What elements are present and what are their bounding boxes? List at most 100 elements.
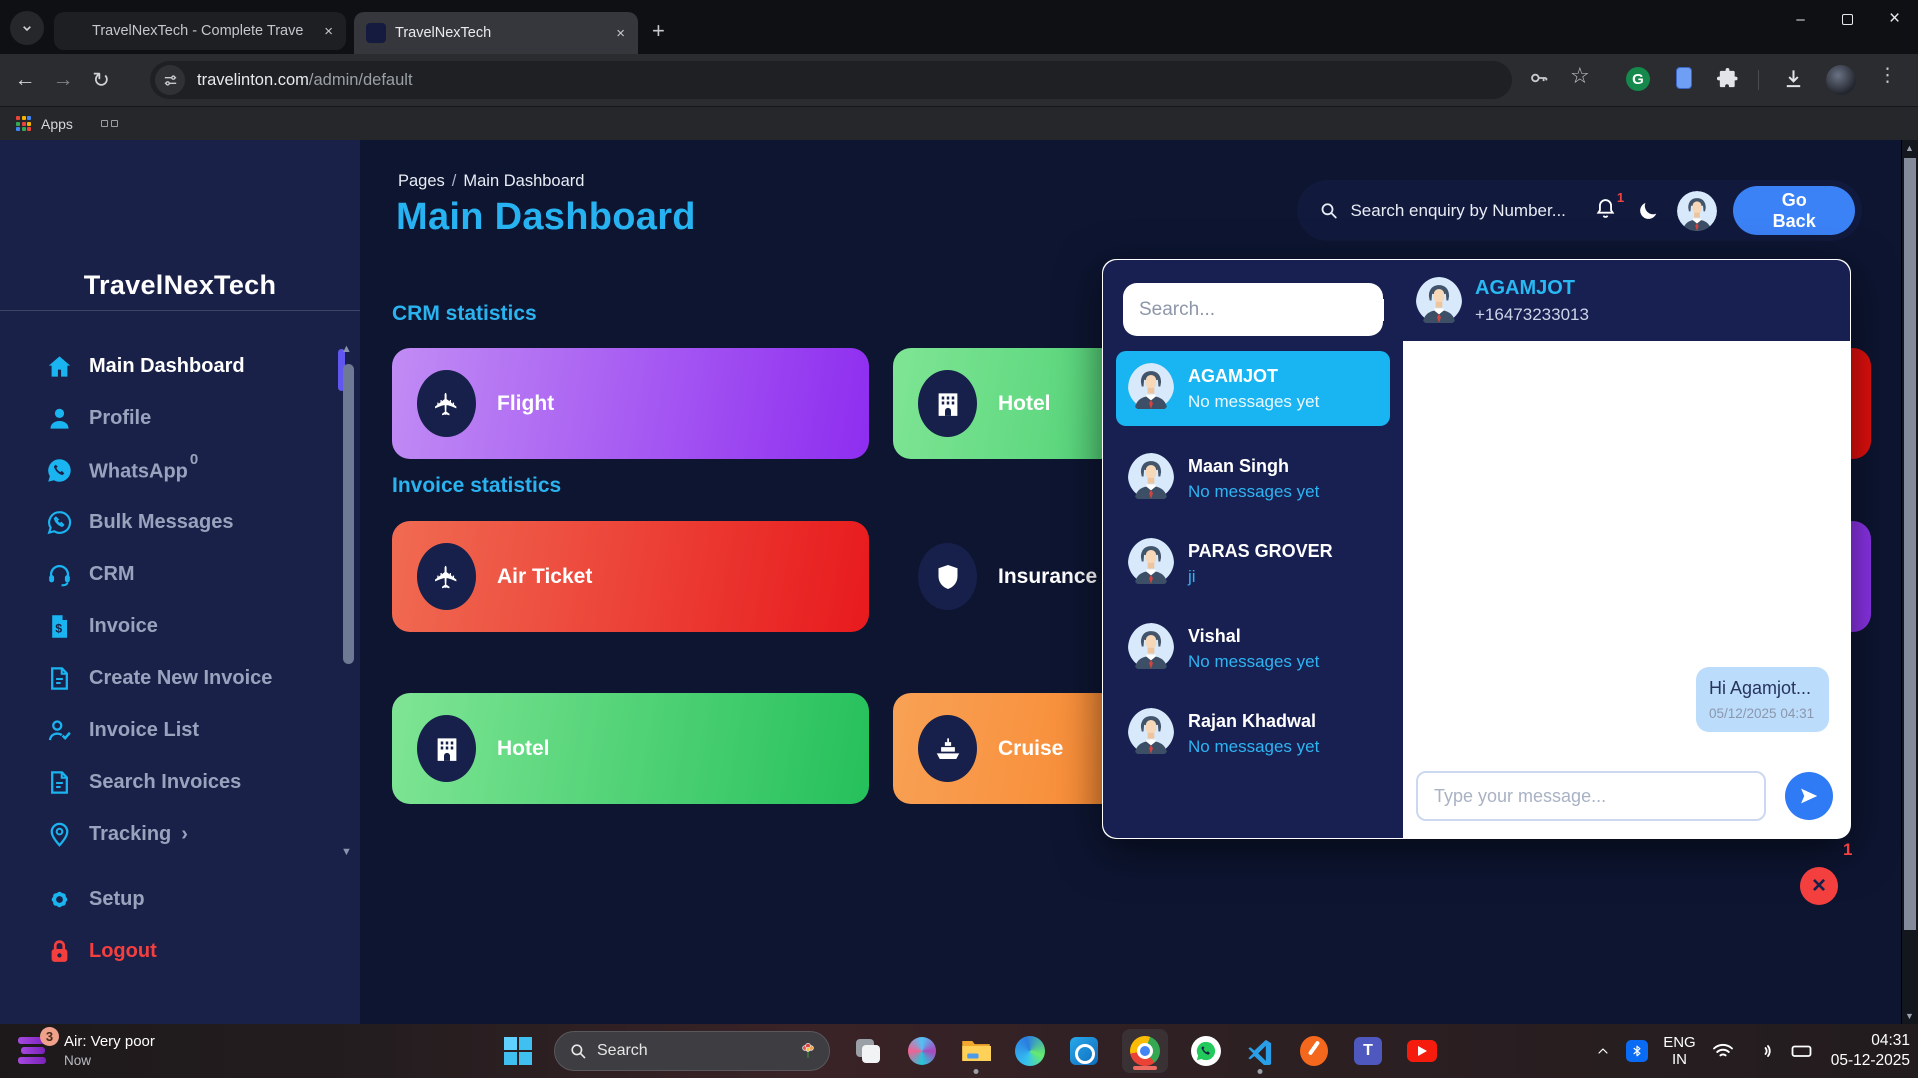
paint-app-icon[interactable] [1298,1035,1330,1067]
sidebar-item-crm[interactable]: CRM [0,548,342,600]
youtube-icon[interactable] [1406,1035,1438,1067]
send-button[interactable] [1785,772,1833,820]
top-header-bar: 1 Go Back [1297,180,1862,241]
chat-search-input[interactable] [1139,299,1384,321]
sidebar-scroll-up-arrow[interactable]: ▲ [341,343,352,355]
extensions-puzzle-icon[interactable] [1716,67,1739,90]
forward-button[interactable]: → [44,68,82,92]
sidebar-item-whatsapp[interactable]: WhatsApp0 [0,444,342,496]
dark-mode-moon-icon[interactable] [1637,199,1659,223]
sidebar-item-create-new-invoice[interactable]: Create New Invoice [0,652,342,704]
battery-charging-icon[interactable] [1789,1039,1816,1063]
sidebar-item-invoice[interactable]: Invoice [0,600,342,652]
sidebar-item-tracking[interactable]: Tracking › [0,808,342,860]
address-bar[interactable]: travelinton.com/admin/default [150,61,1512,99]
sidebar-item-profile[interactable]: Profile [0,392,342,444]
copilot-icon[interactable] [906,1035,938,1067]
task-view-icon[interactable] [852,1035,884,1067]
chat-search-box[interactable] [1123,283,1383,336]
clock-date[interactable]: 04:31 05-12-2025 [1831,1031,1910,1071]
site-info-button[interactable] [155,65,185,95]
sidebar-item-label: WhatsApp0 [89,457,196,484]
chevron-right-icon: › [181,823,188,846]
contact-item[interactable]: Vishal No messages yet [1116,606,1395,691]
close-button[interactable]: × [1871,0,1918,38]
file-explorer-icon[interactable] [960,1035,992,1067]
breadcrumb-root[interactable]: Pages [398,172,445,190]
notifications-button[interactable]: 1 [1594,197,1617,225]
bookmark-star-icon[interactable]: ☆ [1570,63,1590,89]
tab-inactive[interactable]: TravelNexTech - Complete Trave × [54,12,346,50]
air-ticket-card[interactable]: ✈ Air Ticket [392,521,869,632]
tab-search-button[interactable] [10,11,44,45]
sidebar-scrollbar-thumb[interactable] [343,364,354,664]
active-app-indicator [1133,1066,1157,1070]
scrollbar-thumb[interactable] [1904,158,1916,930]
whatsapp-app-icon[interactable] [1190,1035,1222,1067]
volume-icon[interactable] [1750,1039,1774,1063]
go-back-button[interactable]: Go Back [1733,186,1855,235]
teams-icon[interactable]: T [1352,1035,1384,1067]
tray-time: 04:31 [1831,1031,1910,1051]
language-switcher[interactable]: ENGIN [1663,1034,1696,1069]
sidebar-scroll-down-arrow[interactable]: ▼ [341,846,352,858]
tab-active[interactable]: TravelNexTech × [354,12,638,54]
browser-profile-avatar[interactable] [1826,65,1856,95]
window-controls: – × [1777,0,1918,38]
sidebar-item-main-dashboard[interactable]: Main Dashboard [0,340,342,392]
chrome-browser-icon-active[interactable] [1122,1029,1168,1073]
aqi-badge: 3 [40,1027,59,1046]
apps-grid-icon[interactable] [16,116,31,131]
flight-card[interactable]: ✈ Flight [392,348,869,459]
tune-icon [162,72,179,89]
grammarly-extension-icon[interactable]: G [1626,67,1650,91]
whatsapp-count-badge: 0 [190,451,198,468]
bluetooth-icon[interactable] [1626,1040,1648,1062]
back-button[interactable]: ← [6,68,44,92]
tab-close-icon[interactable]: × [321,23,336,40]
sidebar-item-invoice-list[interactable]: Invoice List [0,704,342,756]
tab-close-icon[interactable]: × [613,25,628,42]
sidebar-item-search-invoices[interactable]: Search Invoices [0,756,342,808]
contact-item[interactable]: PARAS GROVER ji [1116,521,1395,606]
contact-name: Vishal [1188,626,1319,647]
extension-icon[interactable] [1676,67,1692,89]
contact-item-selected[interactable]: AGAMJOT No messages yet [1116,351,1390,426]
outlook-icon[interactable] [1068,1035,1100,1067]
contact-item[interactable]: Maan Singh No messages yet [1116,436,1395,521]
contact-item[interactable]: Rajan Khadwal No messages yet [1116,691,1395,776]
browser-menu-icon[interactable]: ⋮ [1878,64,1897,87]
scroll-down-arrow[interactable]: ▼ [1905,1011,1914,1021]
new-tab-button[interactable]: + [652,18,665,44]
tray-chevron-up-icon[interactable] [1595,1043,1611,1059]
reload-button[interactable]: ↻ [82,68,120,93]
close-icon: × [1812,872,1826,900]
taskbar-weather-widget[interactable]: 3 Air: Very poor Now [16,1031,155,1069]
chat-close-button[interactable]: × [1800,867,1838,905]
sidebar-divider [0,310,360,311]
chat-header: AGAMJOT +16473233013 [1403,260,1850,341]
sidebar-item-label: Tracking [89,823,171,846]
url-path: /admin/default [309,71,413,89]
vscode-icon[interactable] [1244,1035,1276,1067]
maximize-button[interactable] [1824,0,1871,38]
sidebar-item-setup[interactable]: Setup [0,873,342,925]
minimize-button[interactable]: – [1777,0,1824,38]
page-scrollbar[interactable]: ▲ ▼ [1901,140,1918,1024]
chat-unread-badge: 1 [1843,840,1852,860]
bookmark-folder-icon[interactable] [101,120,118,127]
sidebar-item-bulk-messages[interactable]: Bulk Messages [0,496,342,548]
scroll-up-arrow[interactable]: ▲ [1905,143,1914,153]
downloads-icon[interactable] [1782,67,1805,90]
start-button[interactable] [504,1037,532,1065]
enquiry-search-input[interactable] [1350,201,1580,221]
sidebar-item-logout[interactable]: Logout [0,925,342,977]
wifi-icon[interactable] [1711,1039,1735,1063]
taskbar-search[interactable]: Search [554,1031,830,1071]
user-avatar[interactable] [1677,191,1717,231]
edge-browser-icon[interactable] [1014,1035,1046,1067]
chat-message-input[interactable] [1416,771,1766,821]
hotel-invoice-card[interactable]: Hotel [392,693,869,804]
password-key-icon[interactable] [1528,67,1550,89]
bookmark-apps[interactable]: Apps [41,116,73,132]
